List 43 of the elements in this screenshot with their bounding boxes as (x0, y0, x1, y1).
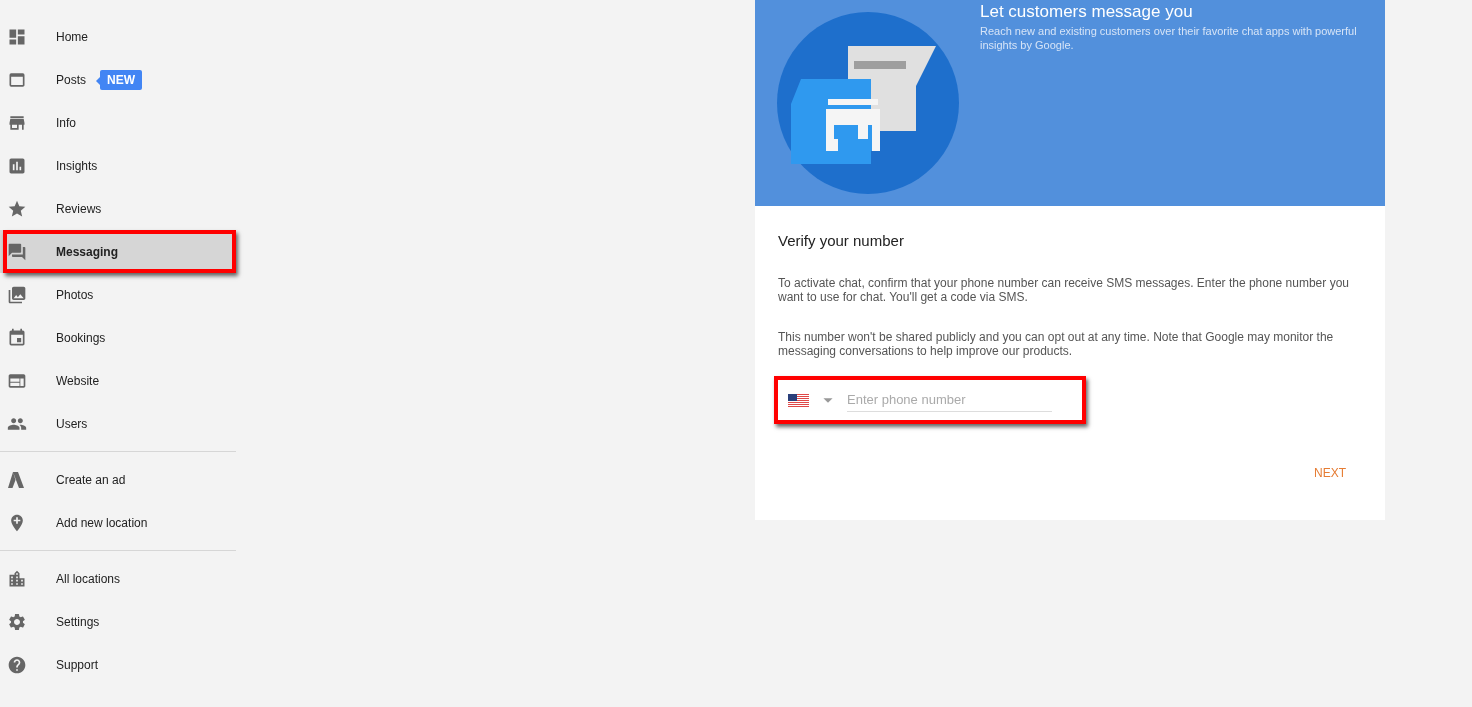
sidebar-item[interactable]: Bookings (0, 316, 236, 359)
sidebar-item[interactable]: Website (0, 359, 236, 402)
sidebar-item[interactable]: Insights (0, 144, 236, 187)
sidebar-item-label: Users (56, 416, 88, 431)
sidebar-item-label: Create an ad (56, 472, 126, 487)
paragraph: This number won't be shared publicly and you can opt out at any time. Note that Google may monitor the messaging conversations to help improve our products. (778, 330, 1335, 358)
sidebar-item-label: Website (56, 373, 100, 388)
section-title: Verify your number (778, 232, 905, 249)
chat-icon (7, 241, 27, 262)
sidebar-item[interactable]: Users (0, 402, 236, 445)
calendar-icon (7, 327, 27, 348)
sidebar-item[interactable]: Add new location (0, 501, 236, 544)
sidebar-item-label: Photos (56, 287, 94, 302)
sidebar-item-label: Support (56, 657, 99, 672)
sidebar-item[interactable]: Settings (0, 600, 236, 643)
help-icon (7, 654, 27, 675)
settings-icon (7, 611, 27, 632)
sidebar-item-label: Messaging (56, 244, 118, 259)
banner-subtitle: Reach new and existing customers over their favorite chat apps with powerful insights by Google. (980, 24, 1358, 52)
sidebar-item-label: Info (56, 115, 76, 130)
banner-title: Let customers message you (980, 2, 1194, 22)
photos-icon (7, 284, 27, 305)
sidebar-item-label: Insights (56, 158, 98, 173)
sidebar-item[interactable]: Home (0, 15, 236, 58)
ads-logo-icon (7, 470, 25, 489)
sidebar-item-label: Add new location (56, 515, 148, 530)
sidebar-item[interactable]: Reviews (0, 187, 236, 230)
sidebar-item-label: Posts (56, 72, 86, 87)
sidebar-item[interactable]: Support (0, 643, 236, 686)
sidebar-item[interactable]: Messaging (0, 230, 236, 273)
buildings-icon (7, 568, 27, 589)
sidebar-item-label: Bookings (56, 330, 106, 345)
sidebar-item-label: Reviews (56, 201, 102, 216)
sidebar-item-label: Settings (56, 614, 100, 629)
sidebar-item[interactable]: Info (0, 101, 236, 144)
flag-icon (788, 393, 809, 407)
sidebar-item-label: Home (56, 29, 88, 44)
sidebar-item-label: All locations (56, 571, 121, 586)
sidebar-item[interactable]: Posts NEW (0, 58, 236, 101)
sidebar-item[interactable]: Create an ad (0, 458, 236, 501)
sidebar-item[interactable]: Photos (0, 273, 236, 316)
paragraph: To activate chat, confirm that your phone number can receive SMS messages. Enter the phone number you want to use for chat. You'll get a code via SMS. (778, 276, 1350, 304)
sidebar-item[interactable]: All locations (0, 557, 236, 600)
